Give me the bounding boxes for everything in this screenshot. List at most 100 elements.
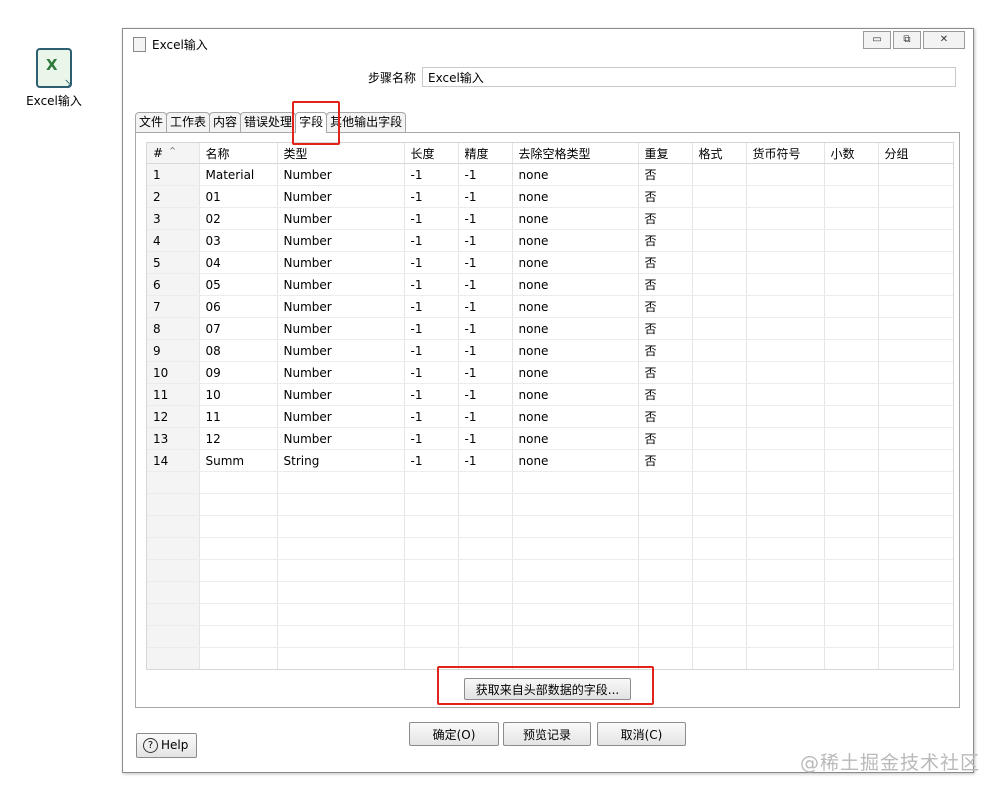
table-cell[interactable]: 12 <box>199 427 278 450</box>
column-header[interactable]: 重复 <box>638 143 693 164</box>
table-cell[interactable] <box>458 515 513 538</box>
table-cell[interactable]: Number <box>277 339 405 362</box>
table-cell[interactable] <box>824 471 879 494</box>
table-cell[interactable] <box>878 647 953 669</box>
table-cell[interactable]: -1 <box>458 185 513 208</box>
table-cell[interactable]: 否 <box>638 251 693 274</box>
table-cell[interactable] <box>746 449 825 472</box>
table-cell[interactable]: 11 <box>147 383 200 406</box>
table-cell[interactable] <box>824 273 879 296</box>
table-cell[interactable] <box>199 493 278 516</box>
table-cell[interactable] <box>692 317 747 340</box>
table-cell[interactable] <box>692 185 747 208</box>
table-cell[interactable]: 否 <box>638 339 693 362</box>
table-cell[interactable]: 08 <box>199 339 278 362</box>
table-cell[interactable]: 2 <box>147 185 200 208</box>
table-cell[interactable] <box>692 647 747 669</box>
table-cell[interactable] <box>638 603 693 626</box>
table-cell[interactable] <box>512 581 639 604</box>
table-cell[interactable] <box>878 317 953 340</box>
table-row[interactable]: 12 11 Number -1 -1 none 否 <box>147 405 953 428</box>
table-cell[interactable]: 10 <box>199 383 278 406</box>
table-cell[interactable] <box>404 647 459 669</box>
table-cell[interactable] <box>824 383 879 406</box>
column-header[interactable]: 格式 <box>692 143 747 164</box>
table-cell[interactable]: -1 <box>404 229 459 252</box>
table-cell[interactable]: 4 <box>147 229 200 252</box>
table-cell[interactable]: 05 <box>199 273 278 296</box>
table-cell[interactable]: -1 <box>458 427 513 450</box>
table-cell[interactable]: -1 <box>458 361 513 384</box>
table-cell[interactable]: 1 <box>147 163 200 186</box>
table-cell[interactable] <box>277 537 405 560</box>
table-cell[interactable] <box>692 449 747 472</box>
table-cell[interactable] <box>147 670 199 671</box>
fields-table-container[interactable]: # ^ 名称 类型 长度 精度 去除空格类型 重复 格式 货币符号 小数 分组 1 Material Nu… <box>146 142 954 670</box>
table-cell[interactable]: none <box>512 251 639 274</box>
table-cell[interactable] <box>824 339 879 362</box>
table-cell[interactable] <box>824 427 879 450</box>
empty-table-row[interactable] <box>147 537 953 560</box>
help-button[interactable]: ? Help <box>136 733 197 758</box>
table-cell[interactable] <box>638 471 693 494</box>
table-cell[interactable] <box>692 339 747 362</box>
table-cell[interactable] <box>404 493 459 516</box>
table-cell[interactable] <box>512 515 639 538</box>
empty-table-row[interactable] <box>147 603 953 626</box>
table-cell[interactable] <box>878 405 953 428</box>
table-cell[interactable]: 03 <box>199 229 278 252</box>
table-cell[interactable] <box>878 559 953 582</box>
table-cell[interactable] <box>404 670 458 671</box>
table-cell[interactable]: -1 <box>458 251 513 274</box>
table-cell[interactable] <box>147 515 200 538</box>
table-cell[interactable] <box>824 361 879 384</box>
table-cell[interactable] <box>692 537 747 560</box>
table-cell[interactable] <box>638 537 693 560</box>
table-cell[interactable]: -1 <box>404 295 459 318</box>
tab-5[interactable]: 其他输出字段 <box>326 112 407 132</box>
table-cell[interactable] <box>404 581 459 604</box>
table-cell[interactable] <box>878 625 953 648</box>
table-cell[interactable]: 07 <box>199 317 278 340</box>
table-cell[interactable]: 3 <box>147 207 200 230</box>
table-cell[interactable] <box>277 559 405 582</box>
minimize-button[interactable]: ▭ <box>863 31 891 49</box>
tab-2[interactable]: 内容 <box>209 112 242 132</box>
empty-table-row[interactable] <box>147 625 953 648</box>
table-cell[interactable]: Number <box>277 251 405 274</box>
table-cell[interactable]: 否 <box>638 229 693 252</box>
table-cell[interactable] <box>512 559 639 582</box>
table-cell[interactable] <box>199 670 277 671</box>
table-cell[interactable] <box>147 625 200 648</box>
table-cell[interactable] <box>824 515 879 538</box>
table-cell[interactable] <box>277 581 405 604</box>
table-cell[interactable]: -1 <box>404 185 459 208</box>
table-cell[interactable] <box>692 251 747 274</box>
table-cell[interactable]: 14 <box>147 449 200 472</box>
table-cell[interactable]: 否 <box>638 427 693 450</box>
table-cell[interactable]: none <box>512 449 639 472</box>
table-cell[interactable] <box>878 383 953 406</box>
table-cell[interactable] <box>692 273 747 296</box>
restore-button[interactable]: ⧉ <box>893 31 921 49</box>
table-row[interactable]: 2 01 Number -1 -1 none 否 <box>147 185 953 208</box>
table-row[interactable]: 10 09 Number -1 -1 none 否 <box>147 361 953 384</box>
table-cell[interactable] <box>692 670 746 671</box>
table-cell[interactable] <box>746 163 825 186</box>
table-cell[interactable] <box>878 361 953 384</box>
table-cell[interactable] <box>692 603 747 626</box>
table-cell[interactable] <box>277 471 405 494</box>
table-cell[interactable] <box>878 339 953 362</box>
table-cell[interactable] <box>824 647 879 669</box>
table-cell[interactable] <box>512 647 639 669</box>
table-cell[interactable] <box>638 670 692 671</box>
column-header[interactable]: 精度 <box>458 143 513 164</box>
table-cell[interactable] <box>404 515 459 538</box>
table-cell[interactable] <box>638 559 693 582</box>
table-cell[interactable] <box>692 383 747 406</box>
table-cell[interactable]: Number <box>277 361 405 384</box>
table-cell[interactable]: -1 <box>404 339 459 362</box>
table-cell[interactable] <box>746 251 825 274</box>
table-cell[interactable] <box>277 603 405 626</box>
table-cell[interactable] <box>458 537 513 560</box>
